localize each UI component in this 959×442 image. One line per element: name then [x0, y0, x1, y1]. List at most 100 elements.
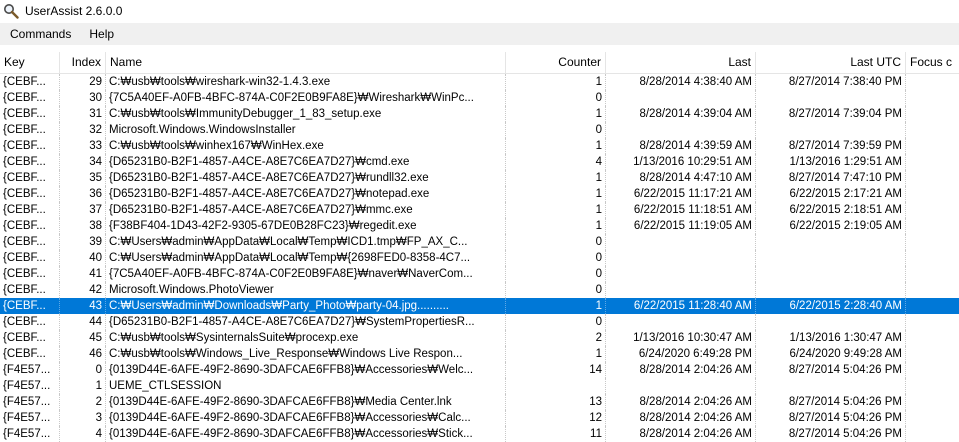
table-row[interactable]: {CEBF... 39 C:₩Users₩admin₩AppData₩Local₩T… [0, 234, 959, 250]
cell-counter: 1 [506, 202, 606, 218]
table-row[interactable]: {CEBF... 44 {D65231B0-B2F1-4857-A4CE-A8E7C… [0, 314, 959, 330]
cell-focus [906, 106, 959, 122]
cell-counter: 0 [506, 250, 606, 266]
cell-focus [906, 282, 959, 298]
cell-name: Microsoft.Windows.PhotoViewer [106, 282, 506, 298]
cell-counter: 13 [506, 394, 606, 410]
cell-last: 8/28/2014 2:04:26 AM [606, 362, 756, 378]
cell-last [606, 282, 756, 298]
table-row[interactable]: {CEBF... 32 Microsoft.Windows.WindowsInsta… [0, 122, 959, 138]
column-header-name[interactable]: Name [106, 52, 506, 73]
cell-name: UEME_CTLSESSION [106, 378, 506, 394]
cell-last: 6/22/2015 11:17:21 AM [606, 186, 756, 202]
table-row[interactable]: {CEBF... 41 {7C5A40EF-A0FB-4BFC-874A-C0F2E… [0, 266, 959, 282]
cell-key: {CEBF... [0, 346, 60, 362]
cell-last-utc: 8/27/2014 7:47:10 PM [756, 170, 906, 186]
cell-index: 34 [60, 154, 106, 170]
column-header-counter[interactable]: Counter [506, 52, 606, 73]
cell-last [606, 122, 756, 138]
cell-last: 8/28/2014 4:39:59 AM [606, 138, 756, 154]
cell-last: 6/22/2015 11:18:51 AM [606, 202, 756, 218]
column-header-index[interactable]: Index [60, 52, 106, 73]
cell-index: 36 [60, 186, 106, 202]
cell-index: 2 [60, 394, 106, 410]
cell-key: {CEBF... [0, 202, 60, 218]
cell-last [606, 250, 756, 266]
cell-index: 3 [60, 410, 106, 426]
table-row[interactable]: {CEBF... 37 {D65231B0-B2F1-4857-A4CE-A8E7C… [0, 202, 959, 218]
table-row[interactable]: {CEBF... 35 {D65231B0-B2F1-4857-A4CE-A8E7C… [0, 170, 959, 186]
cell-index: 43 [60, 298, 106, 314]
cell-last-utc: 6/24/2020 9:49:28 AM [756, 346, 906, 362]
cell-name: C:₩usb₩tools₩wireshark-win32-1.4.3.exe [106, 74, 506, 90]
cell-last: 8/28/2014 2:04:26 AM [606, 394, 756, 410]
cell-counter: 1 [506, 346, 606, 362]
cell-key: {CEBF... [0, 74, 60, 90]
cell-key: {CEBF... [0, 218, 60, 234]
cell-index: 46 [60, 346, 106, 362]
table-row[interactable]: {CEBF... 34 {D65231B0-B2F1-4857-A4CE-A8E7C… [0, 154, 959, 170]
table-row[interactable]: {F4E57... 3 {0139D44E-6AFE-49F2-8690-3DAFC… [0, 410, 959, 426]
table-row[interactable]: {CEBF... 33 C:₩usb₩tools₩winhex167₩WinHex.… [0, 138, 959, 154]
cell-index: 31 [60, 106, 106, 122]
table-row[interactable]: {CEBF... 36 {D65231B0-B2F1-4857-A4CE-A8E7C… [0, 186, 959, 202]
cell-last [606, 234, 756, 250]
table-row[interactable]: {CEBF... 42 Microsoft.Windows.PhotoViewer 0 [0, 282, 959, 298]
cell-key: {F4E57... [0, 394, 60, 410]
cell-name: {7C5A40EF-A0FB-4BFC-874A-C0F2E0B9FA8E}₩n… [106, 266, 506, 282]
cell-key: {CEBF... [0, 186, 60, 202]
column-header-last-utc[interactable]: Last UTC [756, 52, 906, 73]
table-row[interactable]: {CEBF... 46 C:₩usb₩tools₩Windows_Live_Resp… [0, 346, 959, 362]
cell-name: {0139D44E-6AFE-49F2-8690-3DAFCAE6FFB8}₩A… [106, 410, 506, 426]
cell-name: {D65231B0-B2F1-4857-A4CE-A8E7C6EA7D27}₩S… [106, 314, 506, 330]
cell-counter: 2 [506, 330, 606, 346]
table-row[interactable]: {CEBF... 38 {F38BF404-1D43-42F2-9305-67DE0… [0, 218, 959, 234]
cell-last-utc: 6/22/2015 2:19:05 AM [756, 218, 906, 234]
cell-name: C:₩usb₩tools₩winhex167₩WinHex.exe [106, 138, 506, 154]
table-row[interactable]: {CEBF... 31 C:₩usb₩tools₩ImmunityDebugger_… [0, 106, 959, 122]
cell-last-utc: 1/13/2016 1:29:51 AM [756, 154, 906, 170]
cell-name: C:₩usb₩tools₩ImmunityDebugger_1_83_setup… [106, 106, 506, 122]
cell-focus [906, 410, 959, 426]
cell-counter: 1 [506, 186, 606, 202]
menu-commands[interactable]: Commands [0, 27, 79, 41]
cell-focus [906, 378, 959, 394]
table-row[interactable]: {F4E57... 0 {0139D44E-6AFE-49F2-8690-3DAFC… [0, 362, 959, 378]
cell-last [606, 314, 756, 330]
cell-last-utc [756, 282, 906, 298]
cell-index: 45 [60, 330, 106, 346]
cell-index: 40 [60, 250, 106, 266]
cell-last-utc [756, 90, 906, 106]
column-header-focus[interactable]: Focus c [906, 52, 959, 73]
table-row[interactable]: {CEBF... 29 C:₩usb₩tools₩wireshark-win32-1… [0, 74, 959, 90]
cell-name: {0139D44E-6AFE-49F2-8690-3DAFCAE6FFB8}₩M… [106, 394, 506, 410]
cell-key: {F4E57... [0, 362, 60, 378]
userassist-list[interactable]: {CEBF... 29 C:₩usb₩tools₩wireshark-win32-1… [0, 74, 959, 442]
table-row[interactable]: {F4E57... 2 {0139D44E-6AFE-49F2-8690-3DAFC… [0, 394, 959, 410]
cell-focus [906, 314, 959, 330]
table-row[interactable]: {F4E57... 1 UEME_CTLSESSION [0, 378, 959, 394]
cell-name: C:₩usb₩tools₩Windows_Live_Response₩Windo… [106, 346, 506, 362]
cell-focus [906, 298, 959, 314]
column-header-key[interactable]: Key [0, 52, 60, 73]
table-row[interactable]: {CEBF... 45 C:₩usb₩tools₩SysinternalsSuite… [0, 330, 959, 346]
cell-last: 8/28/2014 2:04:26 AM [606, 410, 756, 426]
cell-key: {CEBF... [0, 314, 60, 330]
table-row[interactable]: {CEBF... 43 C:₩Users₩admin₩Downloads₩Party… [0, 298, 959, 314]
cell-index: 30 [60, 90, 106, 106]
cell-key: {F4E57... [0, 378, 60, 394]
cell-counter: 0 [506, 234, 606, 250]
table-row[interactable]: {CEBF... 40 C:₩Users₩admin₩AppData₩Local₩T… [0, 250, 959, 266]
menu-help[interactable]: Help [79, 27, 122, 41]
column-header-last[interactable]: Last [606, 52, 756, 73]
cell-focus [906, 138, 959, 154]
cell-counter: 1 [506, 218, 606, 234]
cell-index: 37 [60, 202, 106, 218]
cell-last-utc: 8/27/2014 7:39:59 PM [756, 138, 906, 154]
cell-name: {D65231B0-B2F1-4857-A4CE-A8E7C6EA7D27}₩m… [106, 202, 506, 218]
cell-last: 8/28/2014 4:38:40 AM [606, 74, 756, 90]
cell-last-utc: 1/13/2016 1:30:47 AM [756, 330, 906, 346]
cell-name: {D65231B0-B2F1-4857-A4CE-A8E7C6EA7D27}₩n… [106, 186, 506, 202]
table-row[interactable]: {CEBF... 30 {7C5A40EF-A0FB-4BFC-874A-C0F2E… [0, 90, 959, 106]
cell-index: 35 [60, 170, 106, 186]
